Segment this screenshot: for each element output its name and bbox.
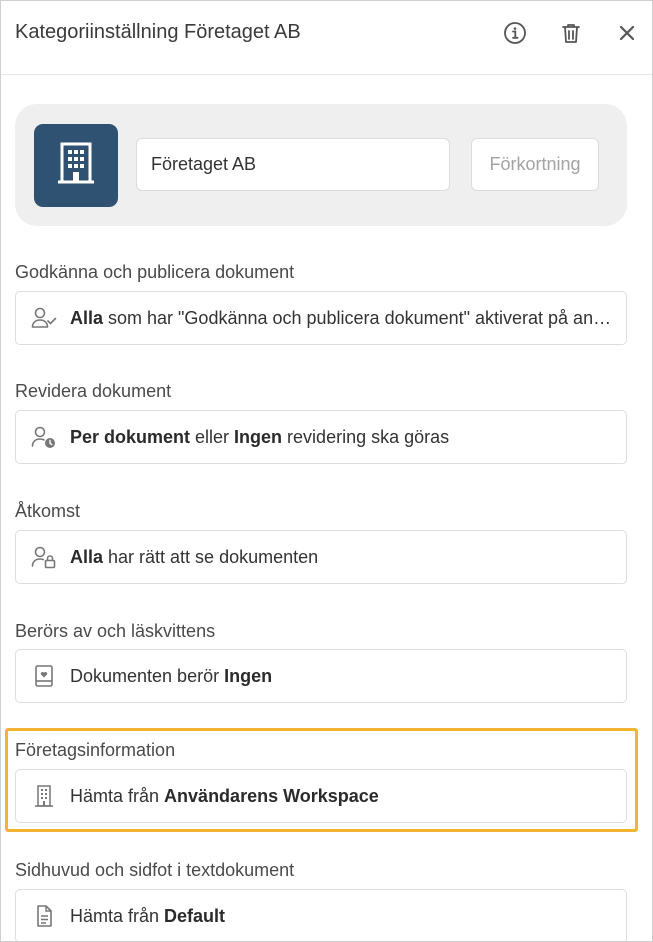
building-icon (30, 782, 58, 810)
user-check-icon (30, 304, 58, 332)
trash-icon (559, 21, 583, 45)
info-button[interactable] (502, 20, 528, 46)
company-logo[interactable] (34, 124, 118, 207)
affected-read-receipt-text: Dokumenten berör Ingen (70, 665, 273, 686)
section-label-affected-read-receipt: Berörs av och läskvittens (15, 621, 216, 641)
abbreviation-input[interactable]: Förkortning (471, 138, 599, 191)
close-button[interactable] (614, 20, 640, 46)
user-clock-icon (30, 423, 58, 451)
document-heart-icon (30, 662, 58, 690)
company-card: Företaget AB Förkortning (15, 104, 627, 226)
access-row[interactable]: Alla har rätt att se dokumenten (15, 530, 627, 584)
approve-publish-row[interactable]: Alla som har "Godkänna och publicera dok… (15, 291, 627, 345)
header-footer-row[interactable]: Hämta från Default (15, 889, 627, 941)
approve-publish-text: Alla som har "Godkänna och publicera dok… (70, 307, 620, 328)
affected-read-receipt-row[interactable]: Dokumenten berör Ingen (15, 649, 627, 703)
header-footer-text: Hämta från Default (70, 905, 226, 926)
panel-title: Kategoriinställning Företaget AB (15, 21, 301, 43)
close-icon (618, 24, 636, 42)
building-icon (56, 141, 96, 190)
category-settings-panel: Kategoriinställning Företaget AB Företag… (0, 0, 653, 942)
company-info-row[interactable]: Hämta från Användarens Workspace (15, 769, 627, 823)
section-label-access: Åtkomst (15, 501, 81, 521)
user-lock-icon (30, 543, 58, 571)
section-label-company-info: Företagsinformation (15, 740, 176, 760)
document-icon (30, 902, 58, 930)
info-icon (503, 21, 527, 45)
section-label-approve-publish: Godkänna och publicera dokument (15, 262, 295, 282)
revise-row[interactable]: Per dokument eller Ingen revidering ska … (15, 410, 627, 464)
section-label-revise: Revidera dokument (15, 381, 172, 401)
access-text: Alla har rätt att se dokumenten (70, 546, 319, 567)
delete-button[interactable] (558, 20, 584, 46)
company-name-input[interactable]: Företaget AB (136, 138, 450, 191)
revise-text: Per dokument eller Ingen revidering ska … (70, 426, 450, 447)
section-label-header-footer: Sidhuvud och sidfot i textdokument (15, 860, 295, 880)
panel-header: Kategoriinställning Företaget AB (1, 1, 652, 75)
company-info-text: Hämta från Användarens Workspace (70, 785, 379, 806)
